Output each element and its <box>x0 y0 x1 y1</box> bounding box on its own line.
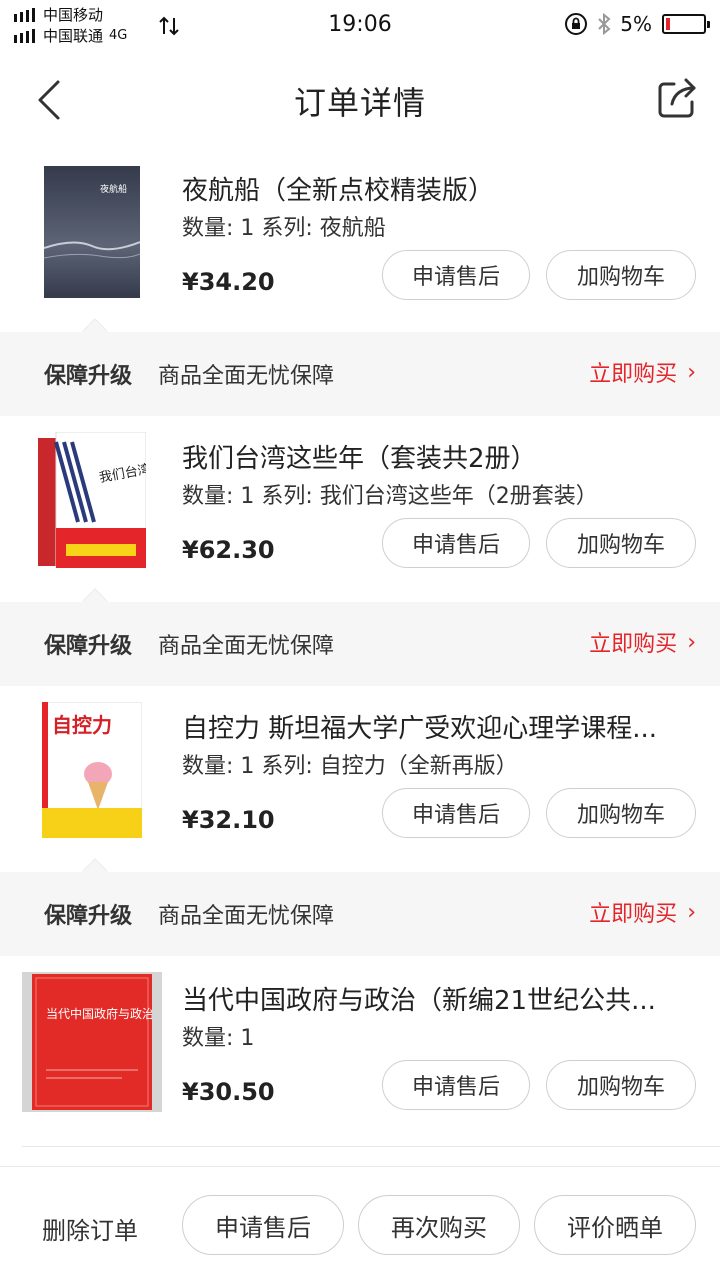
product-meta: 数量: 1 系列: 我们台湾这些年（2册套装） <box>182 484 598 509</box>
product-meta: 数量: 1 系列: 自控力（全新再版） <box>182 754 518 779</box>
add-to-cart-button[interactable]: 加购物车 <box>546 788 696 838</box>
review-button[interactable]: 评价晒单 <box>534 1195 696 1255</box>
share-icon[interactable] <box>656 76 700 120</box>
order-item[interactable]: 夜航船 夜航船（全新点校精装版） 数量: 1 系列: 夜航船 ¥34.20 申请… <box>0 150 720 336</box>
page-title: 订单详情 <box>293 84 426 122</box>
book-cover-image: 当代中国政府与政治 <box>32 974 152 1110</box>
after-sale-button[interactable]: 申请售后 <box>382 518 530 568</box>
battery-percent: 5% <box>620 12 652 36</box>
bottom-action-bar: 删除订单 申请售后 再次购买 评价晒单 <box>0 1166 720 1280</box>
cover-title: 自控力 <box>52 713 112 737</box>
after-sale-button[interactable]: 申请售后 <box>382 1060 530 1110</box>
book-cover-image: 夜航船 <box>44 166 140 298</box>
buy-now-link[interactable]: 立即购买 › <box>589 896 696 928</box>
product-meta: 数量: 1 <box>182 1026 255 1051</box>
guarantee-strip: 保障升级 商品全面无忧保障 立即购买 › <box>0 858 720 956</box>
header: 订单详情 <box>0 52 720 148</box>
guarantee-title: 保障升级 <box>44 904 133 929</box>
after-sale-button[interactable]: 申请售后 <box>382 250 530 300</box>
product-meta: 数量: 1 系列: 夜航船 <box>182 216 386 241</box>
guarantee-title: 保障升级 <box>44 364 133 389</box>
chevron-right-icon: › <box>687 629 696 655</box>
book-cover[interactable]: 我们台湾这些年 <box>22 430 162 570</box>
buy-now-link[interactable]: 立即购买 › <box>589 626 696 658</box>
status-icons: 5% <box>564 12 710 36</box>
guarantee-title: 保障升级 <box>44 634 133 659</box>
guarantee-strip: 保障升级 商品全面无忧保障 立即购买 › <box>0 588 720 686</box>
chevron-right-icon: › <box>687 899 696 925</box>
product-price: ¥32.10 <box>182 806 275 834</box>
add-to-cart-button[interactable]: 加购物车 <box>546 518 696 568</box>
buy-now-label: 立即购买 <box>589 362 678 387</box>
book-cover-image: 自控力 <box>42 702 142 838</box>
book-cover[interactable]: 当代中国政府与政治 <box>22 972 162 1112</box>
after-sale-button[interactable]: 申请售后 <box>382 788 530 838</box>
buy-now-label: 立即购买 <box>589 632 678 657</box>
battery-icon <box>662 14 710 34</box>
rotation-lock-icon <box>565 13 588 35</box>
battery-level <box>666 18 670 30</box>
product-name[interactable]: 当代中国政府与政治（新编21世纪公共... <box>182 980 692 1017</box>
delete-order-button[interactable]: 删除订单 <box>42 1211 138 1246</box>
cover-title: 夜航船 <box>100 183 127 195</box>
bluetooth-icon <box>598 12 611 36</box>
after-sale-button[interactable]: 申请售后 <box>182 1195 344 1255</box>
order-item[interactable]: 当代中国政府与政治 当代中国政府与政治（新编21世纪公共... 数量: 1 ¥3… <box>0 960 720 1146</box>
product-name[interactable]: 自控力 斯坦福大学广受欢迎心理学课程... <box>182 708 692 745</box>
rebuy-button[interactable]: 再次购买 <box>358 1195 520 1255</box>
order-item[interactable]: 自控力 自控力 斯坦福大学广受欢迎心理学课程... 数量: 1 系列: 自控力（… <box>0 688 720 874</box>
buy-now-label: 立即购买 <box>589 902 678 927</box>
guarantee-desc: 商品全面无忧保障 <box>158 904 335 929</box>
product-price: ¥62.30 <box>182 536 275 564</box>
chevron-right-icon: › <box>687 359 696 385</box>
guarantee-strip: 保障升级 商品全面无忧保障 立即购买 › <box>0 318 720 416</box>
status-bar: 中国移动 中国联通 4G 19:06 5% <box>0 0 720 52</box>
product-price: ¥34.20 <box>182 268 275 296</box>
add-to-cart-button[interactable]: 加购物车 <box>546 250 696 300</box>
guarantee-desc: 商品全面无忧保障 <box>158 364 335 389</box>
guarantee-desc: 商品全面无忧保障 <box>158 634 335 659</box>
cover-title: 当代中国政府与政治 <box>46 1006 152 1021</box>
book-cover-image: 我们台湾这些年 <box>38 432 146 568</box>
product-name[interactable]: 我们台湾这些年（套装共2册） <box>182 438 692 475</box>
buy-now-link[interactable]: 立即购买 › <box>589 356 696 388</box>
product-name[interactable]: 夜航船（全新点校精装版） <box>182 170 692 207</box>
divider <box>22 1146 720 1147</box>
book-cover[interactable]: 夜航船 <box>22 162 162 302</box>
product-price: ¥30.50 <box>182 1078 275 1106</box>
book-cover[interactable]: 自控力 <box>22 700 162 840</box>
order-item[interactable]: 我们台湾这些年 我们台湾这些年（套装共2册） 数量: 1 系列: 我们台湾这些年… <box>0 418 720 604</box>
add-to-cart-button[interactable]: 加购物车 <box>546 1060 696 1110</box>
